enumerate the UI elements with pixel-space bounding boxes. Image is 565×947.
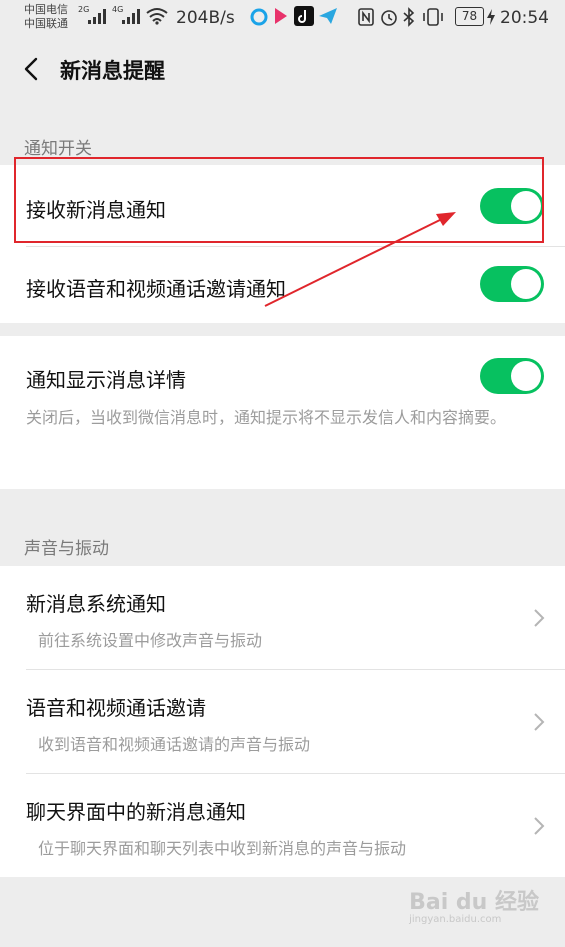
annotation-arrow [264,212,456,307]
watermark-brand: Bai du 经验 [409,890,539,915]
baidu-watermark: Bai du 经验 jingyan.baidu.com [409,884,539,925]
watermark-url: jingyan.baidu.com [409,914,502,925]
